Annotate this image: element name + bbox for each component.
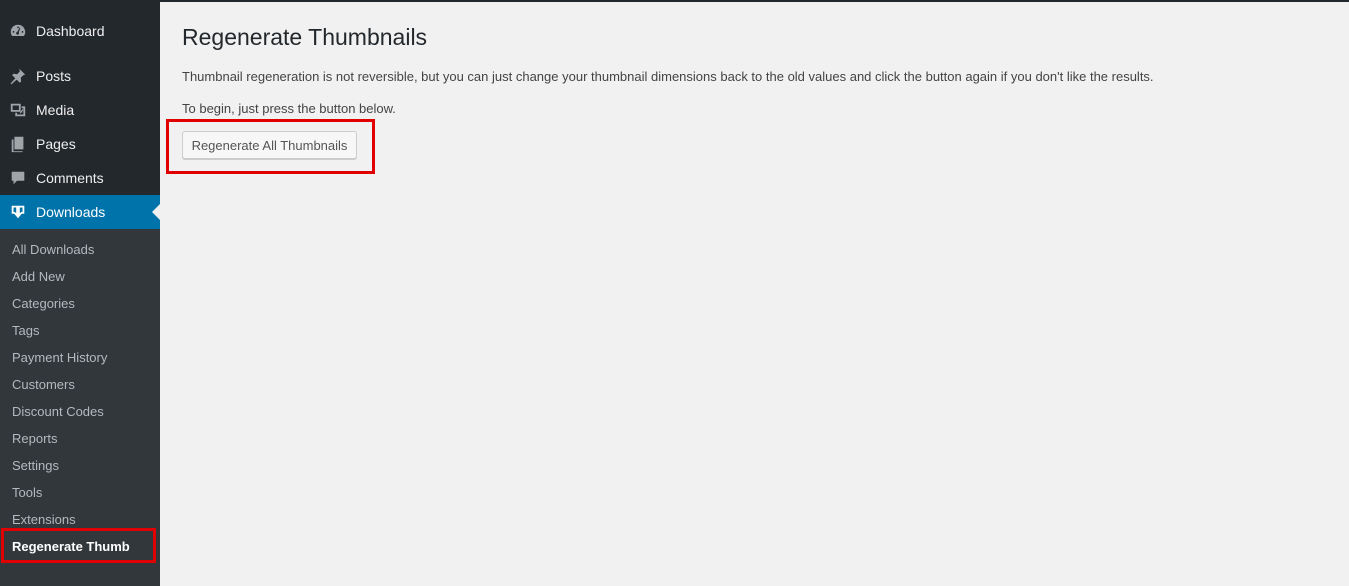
- submenu-item-all-downloads[interactable]: All Downloads: [12, 240, 94, 260]
- menu-label: Downloads: [36, 204, 106, 220]
- active-indicator-arrow: [152, 204, 160, 220]
- submenu-item-categories[interactable]: Categories: [12, 294, 75, 314]
- menu-item-pages[interactable]: Pages: [0, 127, 160, 161]
- submenu-item-discount-codes[interactable]: Discount Codes: [12, 402, 104, 422]
- comment-icon: [8, 168, 28, 188]
- submenu-item-tags[interactable]: Tags: [12, 321, 39, 341]
- menu-item-media[interactable]: Media: [0, 93, 160, 127]
- submenu-item-add-new[interactable]: Add New: [12, 267, 65, 287]
- menu-item-posts[interactable]: Posts: [0, 59, 160, 93]
- menu-item-comments[interactable]: Comments: [0, 161, 160, 195]
- submenu-item-tools[interactable]: Tools: [12, 483, 42, 503]
- menu-label: Comments: [36, 170, 104, 186]
- submenu-item-customers[interactable]: Customers: [12, 375, 75, 395]
- admin-sidebar: Dashboard Posts Media Pages Comments Dow…: [0, 0, 160, 586]
- menu-label: Pages: [36, 136, 76, 152]
- description-text: Thumbnail regeneration is not reversible…: [182, 69, 1154, 84]
- highlight-box-button: [166, 119, 375, 174]
- submenu-item-payment-history[interactable]: Payment History: [12, 348, 107, 368]
- menu-label: Dashboard: [36, 23, 105, 39]
- highlight-box-sidebar: [1, 528, 156, 563]
- top-bar: [0, 0, 1349, 2]
- pages-icon: [8, 134, 28, 154]
- submenu-item-settings[interactable]: Settings: [12, 456, 59, 476]
- menu-label: Media: [36, 102, 75, 118]
- page-title: Regenerate Thumbnails: [182, 24, 428, 50]
- submenu-item-reports[interactable]: Reports: [12, 429, 58, 449]
- menu-label: Posts: [36, 68, 72, 84]
- menu-item-downloads[interactable]: Downloads: [0, 195, 160, 229]
- download-icon: [8, 202, 28, 222]
- dashboard-icon: [8, 21, 28, 41]
- pin-icon: [8, 66, 28, 86]
- submenu-item-extensions[interactable]: Extensions: [12, 510, 76, 530]
- media-icon: [8, 100, 28, 120]
- menu-item-dashboard[interactable]: Dashboard: [0, 14, 160, 48]
- instruction-text: To begin, just press the button below.: [182, 101, 396, 116]
